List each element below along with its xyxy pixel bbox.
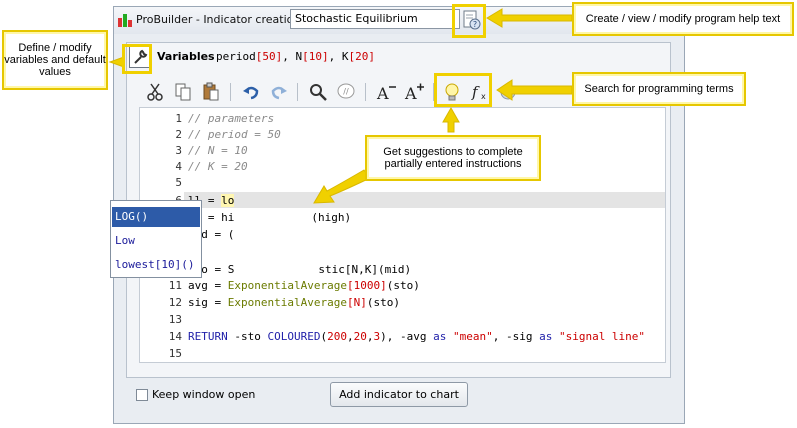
callout-arrows xyxy=(108,8,573,204)
suggestions-autocomplete-arrow xyxy=(313,169,371,204)
help-callout: Create / view / modify program help text xyxy=(572,2,794,36)
search-arrow xyxy=(496,79,573,101)
help-highlight xyxy=(452,4,486,38)
suggestions-callout: Get suggestions to complete partially en… xyxy=(365,135,541,181)
wrench-highlight xyxy=(122,44,152,74)
search-callout: Search for programming terms xyxy=(572,72,746,106)
help-arrow xyxy=(486,8,573,28)
toolbar-highlight xyxy=(434,73,492,107)
suggestions-up-arrow xyxy=(442,106,460,133)
variables-callout: Define / modify variables and default va… xyxy=(2,30,108,90)
